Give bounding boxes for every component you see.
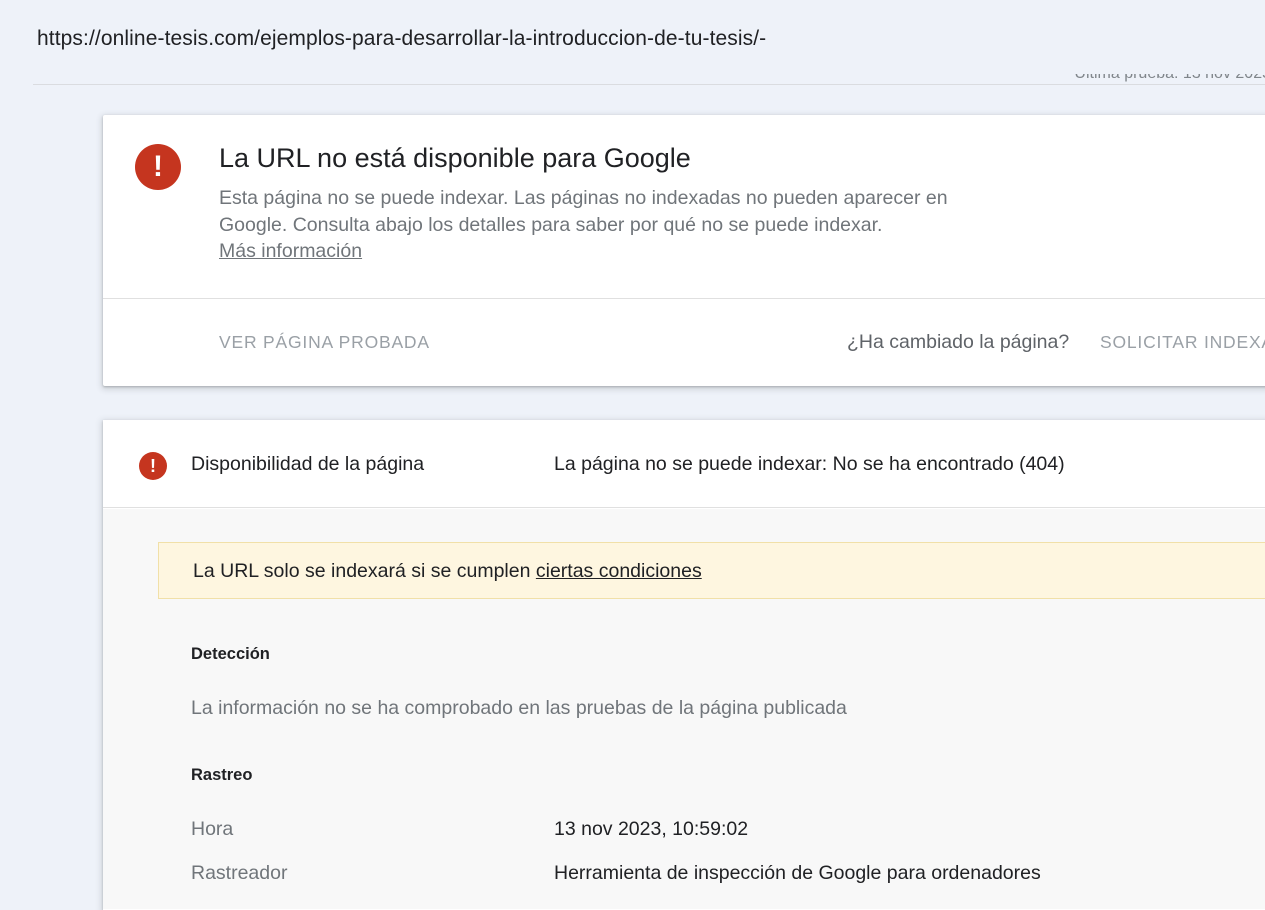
availability-card: ! Disponibilidad de la página La página … [103, 420, 1265, 910]
notice-text: La URL solo se indexará si se cumplen ci… [193, 560, 702, 582]
index-status-card: ! La URL no está disponible para Google … [103, 115, 1265, 386]
availability-header[interactable]: ! Disponibilidad de la página La página … [103, 420, 1265, 508]
availability-label: Disponibilidad de la página [191, 453, 425, 475]
view-tested-page-button[interactable]: VER PÁGINA PROBADA [219, 332, 430, 353]
availability-value: La página no se puede indexar: No se ha … [554, 453, 1065, 475]
last-test-date: Última prueba: 13 nov 2023 [1074, 74, 1265, 85]
detection-title: Detección [191, 645, 270, 663]
error-icon: ! [135, 144, 181, 190]
crawler-value: Herramienta de inspección de Google para… [554, 862, 1041, 884]
error-icon: ! [139, 452, 167, 480]
availability-details: La URL solo se indexará si se cumplen ci… [103, 509, 1265, 909]
learn-more-link[interactable]: Más información [219, 240, 362, 263]
crawl-title: Rastreo [191, 766, 253, 784]
status-title: La URL no está disponible para Google [219, 143, 691, 173]
inspected-url[interactable]: https://online-tesis.com/ejemplos-para-d… [37, 27, 766, 51]
indexing-notice: La URL solo se indexará si se cumplen ci… [158, 542, 1265, 599]
crawler-label: Rastreador [191, 862, 288, 884]
url-header: https://online-tesis.com/ejemplos-para-d… [0, 0, 1265, 85]
conditions-link[interactable]: ciertas condiciones [536, 560, 702, 582]
crawl-time-value: 13 nov 2023, 10:59:02 [554, 818, 749, 840]
card-divider [103, 298, 1265, 299]
status-description: Esta página no se puede indexar. Las pág… [219, 187, 948, 236]
request-indexing-button[interactable]: SOLICITAR INDEXA [1100, 332, 1265, 353]
crawl-time-label: Hora [191, 818, 234, 840]
detection-note: La información no se ha comprobado en la… [191, 697, 847, 719]
page-changed-question: ¿Ha cambiado la página? [847, 331, 1070, 353]
